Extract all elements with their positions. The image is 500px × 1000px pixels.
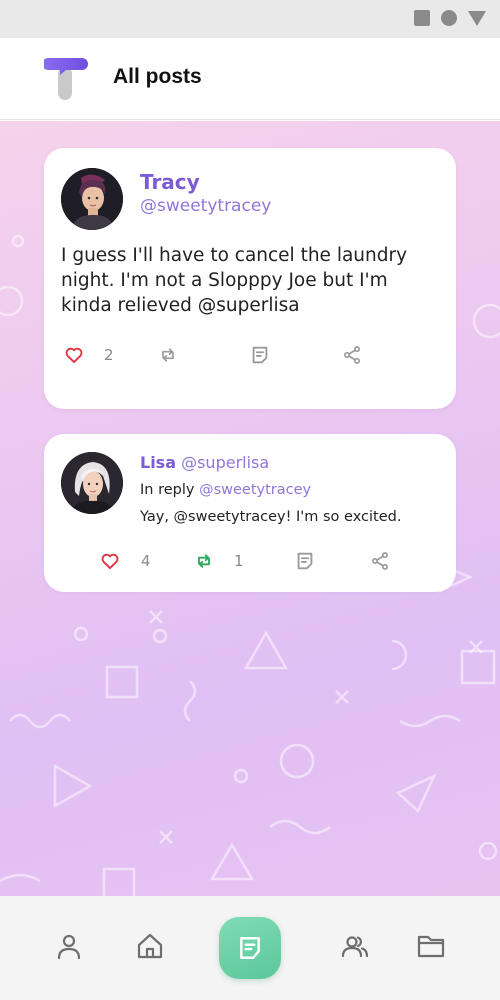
app-header: All posts	[0, 38, 500, 120]
recent-apps-icon	[414, 10, 430, 26]
share-icon	[344, 346, 360, 364]
repost-button[interactable]	[194, 549, 214, 573]
nav-profile-button[interactable]	[55, 932, 83, 960]
repost-button[interactable]	[158, 343, 178, 367]
author-handle[interactable]: @superlisa	[181, 453, 269, 472]
author-name[interactable]: Lisa	[140, 453, 176, 472]
home-circle-icon	[441, 10, 457, 26]
share-button[interactable]	[342, 343, 362, 367]
like-count: 2	[104, 346, 114, 364]
author-name[interactable]: Tracy	[140, 170, 200, 194]
in-reply-label: In reply	[140, 482, 195, 498]
comment-icon	[252, 346, 268, 364]
like-button[interactable]	[64, 343, 84, 367]
repost-active-icon	[198, 554, 210, 568]
status-bar	[0, 0, 500, 38]
feed-area[interactable]: Tracy @sweetytracey I guess I'll have to…	[0, 121, 500, 896]
author-handle[interactable]: @sweetytracey	[140, 196, 271, 216]
nav-people-button[interactable]	[341, 932, 369, 960]
avatar-tracy-image	[61, 168, 123, 230]
home-icon	[137, 933, 163, 959]
page-title: All posts	[113, 65, 202, 88]
like-button[interactable]	[100, 549, 120, 573]
nav-folder-button[interactable]	[417, 932, 445, 960]
nav-posts-button[interactable]	[219, 917, 281, 979]
folder-icon	[417, 935, 445, 958]
in-reply-line: In reply @sweetytracey	[140, 482, 311, 498]
posts-icon	[240, 937, 260, 959]
app-logo-icon	[44, 58, 88, 100]
reply-text: Yay, @sweetytracey! I'm so excited.	[140, 509, 402, 525]
people-icon	[341, 936, 369, 958]
post-text: I guess I'll have to cancel the laundry …	[61, 245, 408, 316]
comment-button[interactable]	[294, 549, 316, 573]
post-card[interactable]: Tracy @sweetytracey I guess I'll have to…	[44, 148, 456, 409]
back-triangle-icon	[468, 10, 486, 26]
comment-icon	[297, 552, 313, 570]
share-icon	[372, 552, 388, 570]
heart-outline-icon	[65, 347, 83, 363]
repost-count: 1	[234, 552, 244, 570]
reply-actions: 4 1	[44, 549, 456, 573]
profile-icon	[57, 934, 81, 960]
reply-card[interactable]: Lisa @superlisa In reply @sweetytracey Y…	[44, 434, 456, 592]
nav-home-button[interactable]	[136, 932, 164, 960]
avatar[interactable]	[61, 168, 123, 230]
avatar-lisa-image	[61, 452, 123, 514]
in-reply-handle-link[interactable]: @sweetytracey	[199, 482, 311, 498]
post-actions: 2	[44, 343, 456, 367]
repost-icon	[162, 348, 174, 362]
heart-outline-icon	[101, 553, 119, 569]
like-count: 4	[141, 552, 151, 570]
comment-button[interactable]	[249, 343, 271, 367]
share-button[interactable]	[370, 549, 390, 573]
avatar[interactable]	[61, 452, 123, 514]
bottom-nav	[0, 896, 500, 1000]
reply-author[interactable]: Lisa @superlisa	[140, 453, 269, 472]
